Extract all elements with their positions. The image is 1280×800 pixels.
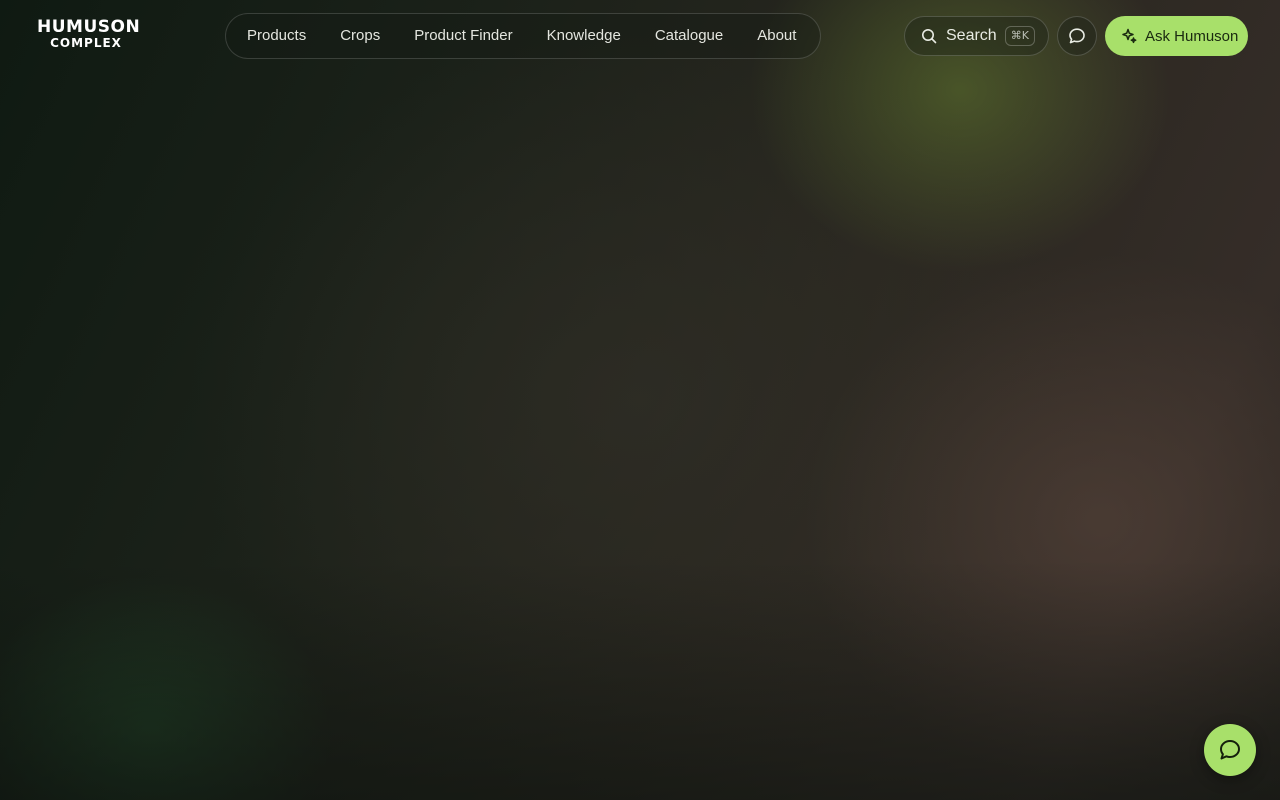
logo-wordmark-bottom: COMPLEX	[50, 36, 122, 50]
main-nav: Products Crops Product Finder Knowledge …	[225, 13, 821, 59]
search-button[interactable]: Search ⌘K	[904, 16, 1049, 56]
nav-item-crops[interactable]: Crops	[323, 13, 397, 59]
ask-humuson-button[interactable]: Ask Humuson	[1105, 16, 1248, 56]
sparkle-icon	[1122, 28, 1137, 44]
site-header: HUMUSON COMPLEX Products Crops Product F…	[0, 0, 1280, 72]
search-icon	[922, 29, 937, 44]
chat-button[interactable]	[1057, 16, 1097, 56]
search-label: Search	[946, 27, 997, 44]
chat-bubble-icon	[1220, 740, 1240, 760]
brand-logo[interactable]: HUMUSON COMPLEX	[37, 17, 141, 52]
nav-item-catalogue[interactable]: Catalogue	[638, 13, 740, 59]
nav-item-knowledge[interactable]: Knowledge	[530, 13, 638, 59]
ask-humuson-label: Ask Humuson	[1145, 27, 1239, 45]
nav-item-product-finder[interactable]: Product Finder	[397, 13, 529, 59]
logo-wordmark-top: HUMUSON	[37, 17, 141, 37]
floating-chat-button[interactable]	[1204, 724, 1256, 776]
hero-background	[0, 0, 1280, 800]
nav-item-products[interactable]: Products	[230, 13, 323, 59]
search-shortcut-badge: ⌘K	[1004, 26, 1035, 46]
nav-item-about[interactable]: About	[740, 13, 813, 59]
chat-bubble-icon	[1069, 28, 1085, 44]
